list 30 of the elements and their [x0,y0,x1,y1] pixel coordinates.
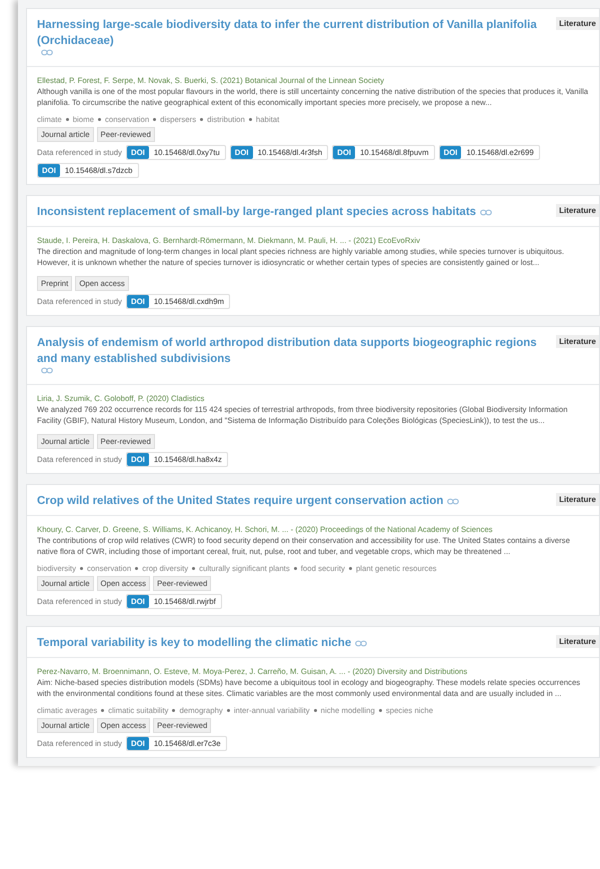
literature-badge: Literature [556,635,599,648]
literature-badge: Literature [556,204,599,217]
link-icon[interactable] [447,498,460,505]
bullet-icon [135,567,138,570]
bullet-icon [66,118,69,121]
link-icon[interactable] [480,209,492,216]
bullet-icon [192,567,196,570]
bullet-icon [248,118,252,121]
bullet-icon [98,118,101,121]
link-icon[interactable] [41,367,53,374]
literature-badge: Literature [556,17,599,30]
bullet-icon [348,567,352,570]
result-title-link[interactable]: Harnessing large-scale biodiversity data to infer the current distribution of Vanilla planifolia (Orchidaceae) [37,17,550,49]
bullet-icon [153,118,156,121]
result-title-link[interactable]: Analysis of endemism of world arthropod distribution data supports biogeographic regions and many established subdivisions [37,335,550,367]
literature-badge: Literature [556,335,599,348]
link-icon[interactable] [41,49,53,56]
link-icon[interactable] [355,640,368,647]
bullet-icon [378,709,382,712]
bullet-icon [226,709,230,712]
result-title-link[interactable]: Inconsistent replacement of small-by large-ranged plant species across habitats [37,204,476,220]
result-title-link[interactable]: Temporal variability is key to modelling the climatic niche [37,635,352,651]
bullet-icon [101,709,104,712]
bullet-icon [200,118,204,121]
bullet-icon [294,567,297,570]
bullet-icon [172,709,176,712]
bullet-icon [314,709,317,712]
result-title-link[interactable]: Crop wild relatives of the United States require urgent conservation action [37,493,444,509]
literature-badge: Literature [556,493,599,506]
bullet-icon [80,567,83,570]
